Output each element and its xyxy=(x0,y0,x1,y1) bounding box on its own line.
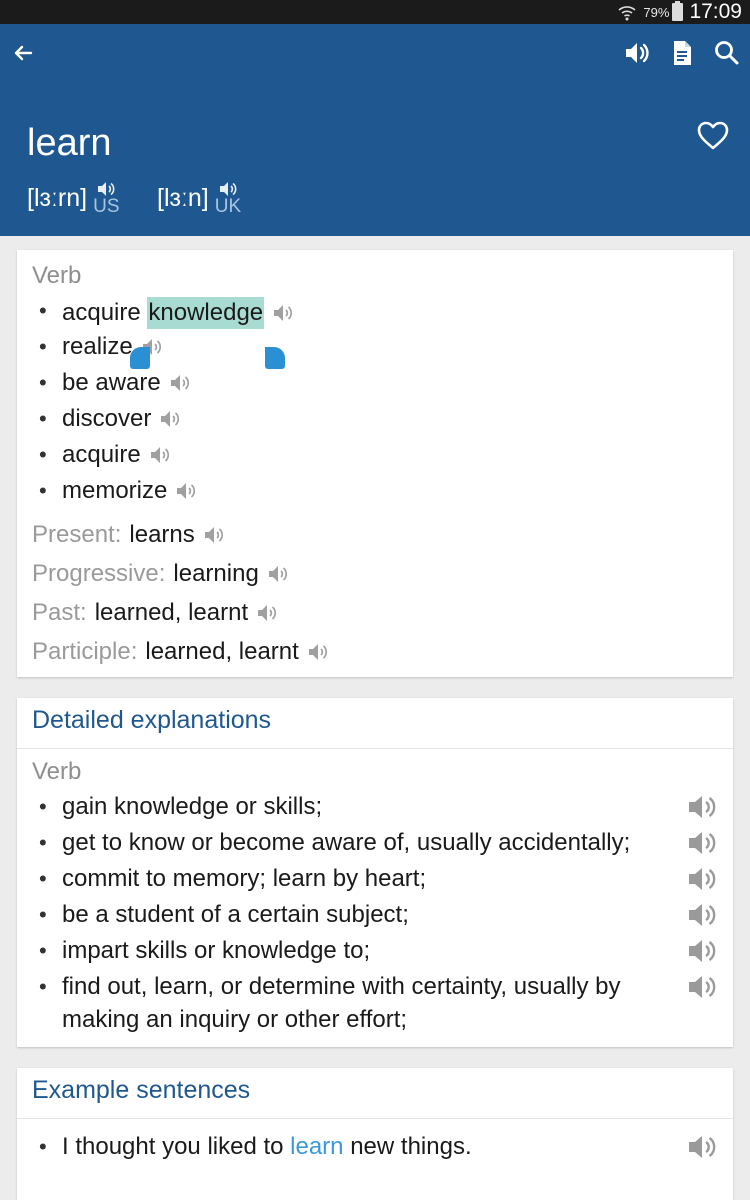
bullet: • xyxy=(39,370,47,395)
synonym-text: memorize xyxy=(62,477,168,504)
synonym-item[interactable]: acquire knowledge xyxy=(62,297,294,329)
form-value: learns xyxy=(129,521,195,548)
speaker-icon[interactable] xyxy=(159,409,181,429)
bullet: • xyxy=(39,866,47,891)
bullet: • xyxy=(39,830,47,855)
definition-item: find out, learn, or determine with certa… xyxy=(62,973,621,1000)
form-label: Past: xyxy=(32,599,87,626)
definition-item-continued: making an inquiry or other effort; xyxy=(62,1006,408,1033)
speaker-icon[interactable] xyxy=(307,642,329,662)
synonym-text: acquire xyxy=(62,299,148,326)
part-of-speech: Verb xyxy=(32,758,82,785)
section-title: Example sentences xyxy=(32,1076,251,1104)
divider xyxy=(17,1118,733,1119)
verb-card: Verb • acquire knowledge • realize • be … xyxy=(17,250,733,677)
headword-link[interactable]: learn xyxy=(290,1133,343,1161)
ipa-us: [lɜːrn] xyxy=(27,184,88,212)
favorite-heart-icon[interactable] xyxy=(696,120,730,152)
speaker-icon[interactable] xyxy=(272,303,294,323)
example-sentence: I thought you liked to learn new things. xyxy=(62,1133,472,1161)
bullet: • xyxy=(39,298,47,323)
definition-item: be a student of a certain subject; xyxy=(62,901,409,928)
bullet: • xyxy=(39,794,47,819)
speaker-icon[interactable] xyxy=(203,525,225,545)
pronunciation-uk[interactable]: [lɜːn] UK xyxy=(157,180,241,216)
bullet: • xyxy=(39,334,47,359)
form-label: Present: xyxy=(32,521,122,548)
bullet: • xyxy=(39,938,47,963)
definition-item: get to know or become aware of, usually … xyxy=(62,829,631,856)
speaker-icon[interactable] xyxy=(149,445,171,465)
definition-item: gain knowledge or skills; xyxy=(62,793,323,820)
speaker-icon[interactable] xyxy=(687,901,719,929)
wifi-icon xyxy=(618,6,636,21)
speaker-icon[interactable] xyxy=(256,603,278,623)
selection-handle-right[interactable] xyxy=(265,347,285,369)
definition-item: impart skills or knowledge to; xyxy=(62,937,371,964)
bullet: • xyxy=(39,406,47,431)
app-bar: learn [lɜːrn] US [lɜːn] UK xyxy=(0,24,750,236)
battery-percent: 79% xyxy=(643,4,670,20)
selected-text[interactable]: knowledge xyxy=(147,297,265,329)
verb-form-progressive[interactable]: Progressive: learning xyxy=(32,560,289,588)
synonym-text: be aware xyxy=(62,369,161,396)
speaker-icon[interactable] xyxy=(687,937,719,965)
selection-handle-left[interactable] xyxy=(130,347,150,369)
headword: learn xyxy=(27,122,112,164)
region-uk: UK xyxy=(214,196,242,217)
detailed-explanations-card: Detailed explanations Verb • gain knowle… xyxy=(17,698,733,1047)
synonym-item[interactable]: acquire xyxy=(62,441,171,469)
status-bar: 79% 17:09 xyxy=(0,0,750,24)
speaker-icon[interactable] xyxy=(687,865,719,893)
speaker-icon[interactable] xyxy=(687,793,719,821)
form-value: learned, learnt xyxy=(145,638,299,665)
form-label: Participle: xyxy=(32,638,138,665)
bullet: • xyxy=(39,442,47,467)
form-value: learning xyxy=(173,560,259,587)
verb-form-present[interactable]: Present: learns xyxy=(32,521,225,549)
definition-item: commit to memory; learn by heart; xyxy=(62,865,427,892)
divider xyxy=(17,748,733,749)
battery-icon xyxy=(672,1,684,21)
ipa-uk: [lɜːn] xyxy=(157,184,209,212)
bullet: • xyxy=(39,478,47,503)
synonym-text: acquire xyxy=(62,441,141,468)
back-arrow-icon[interactable] xyxy=(10,40,36,66)
synonym-text: discover xyxy=(62,405,152,432)
speaker-icon[interactable] xyxy=(622,38,652,68)
speaker-icon[interactable] xyxy=(175,481,197,501)
form-label: Progressive: xyxy=(32,560,166,587)
speaker-icon[interactable] xyxy=(169,373,191,393)
form-value: learned, learnt xyxy=(94,599,249,626)
speaker-icon[interactable] xyxy=(687,973,719,1001)
bullet: • xyxy=(39,1134,47,1159)
sentence-text: new things. xyxy=(343,1133,472,1160)
speaker-icon[interactable] xyxy=(687,1133,719,1161)
clock: 17:09 xyxy=(689,0,742,23)
verb-form-participle[interactable]: Participle: learned, learnt xyxy=(32,638,329,666)
speaker-icon[interactable] xyxy=(267,564,289,584)
bullet: • xyxy=(39,974,47,999)
synonym-item[interactable]: memorize xyxy=(62,477,197,505)
synonym-item[interactable]: be aware xyxy=(62,369,191,397)
synonym-item[interactable]: discover xyxy=(62,405,181,433)
search-icon[interactable] xyxy=(712,38,742,68)
part-of-speech: Verb xyxy=(32,262,82,289)
sentence-text: I thought you liked to xyxy=(62,1133,291,1160)
synonym-text: realize xyxy=(62,333,133,360)
bullet: • xyxy=(39,902,47,927)
example-sentences-card: Example sentences • I thought you liked … xyxy=(17,1068,733,1200)
section-title: Detailed explanations xyxy=(32,706,272,734)
verb-form-past[interactable]: Past: learned, learnt xyxy=(32,599,278,627)
document-icon[interactable] xyxy=(667,38,697,68)
speaker-icon[interactable] xyxy=(687,829,719,857)
region-us: US xyxy=(93,196,120,217)
pronunciation-us[interactable]: [lɜːrn] US xyxy=(27,180,120,216)
